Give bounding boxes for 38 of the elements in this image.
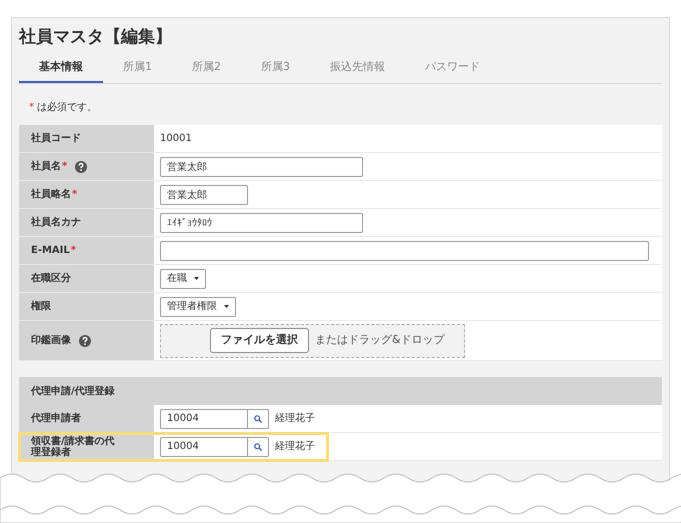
field-label: 権限 bbox=[31, 300, 51, 314]
field-label: 社員略名 bbox=[31, 188, 71, 202]
required-mark: * bbox=[72, 188, 78, 202]
required-mark: * bbox=[62, 160, 68, 174]
required-mark: * bbox=[29, 101, 34, 115]
person-name: 経理花子 bbox=[275, 440, 315, 454]
caret-icon bbox=[224, 305, 229, 308]
code-field[interactable]: 10004 bbox=[160, 436, 248, 456]
text-field[interactable]: ｴｲｷﾞｮｳﾀﾛｳ bbox=[160, 212, 363, 232]
field-label: 印鑑画像 bbox=[31, 334, 71, 348]
person-name: 経理花子 bbox=[275, 412, 315, 426]
section-heading: 代理申請/代理登録 bbox=[19, 377, 662, 405]
drop-zone[interactable]: ファイルを選択 またはドラッグ&ドロップ bbox=[160, 324, 465, 358]
drop-hint: またはドラッグ&ドロップ bbox=[315, 332, 445, 348]
caret-icon bbox=[194, 277, 199, 280]
tab[interactable]: 基本情報 bbox=[19, 53, 103, 83]
choose-file-button[interactable]: ファイルを選択 bbox=[210, 328, 309, 353]
search-icon bbox=[254, 442, 262, 450]
page-title: 社員マスタ【編集】 bbox=[19, 26, 173, 49]
required-mark: * bbox=[70, 244, 76, 258]
field-label: 領収書/請求書の代理登録者 bbox=[31, 436, 115, 458]
field-label: 代理申請者 bbox=[31, 413, 81, 424]
field-label: E-MAIL bbox=[31, 244, 70, 258]
field-label: 社員名 bbox=[31, 160, 61, 174]
field-label: 社員コード bbox=[31, 132, 81, 146]
code-field[interactable]: 10004 bbox=[160, 408, 248, 428]
field-value: 10001 bbox=[160, 132, 192, 146]
search-button[interactable] bbox=[248, 408, 269, 428]
select-field[interactable]: 管理者権限 bbox=[160, 296, 236, 316]
select-field[interactable]: 在職 bbox=[160, 268, 206, 288]
field-label: 社員名カナ bbox=[31, 216, 81, 230]
required-note: は必須です。 bbox=[37, 100, 97, 115]
text-field[interactable]: 営業太郎 bbox=[160, 156, 363, 176]
text-field[interactable]: 営業太郎 bbox=[160, 184, 248, 204]
text-field[interactable] bbox=[160, 240, 649, 260]
search-button[interactable] bbox=[248, 436, 269, 456]
field-label: 在職区分 bbox=[31, 272, 71, 286]
search-icon bbox=[254, 414, 262, 422]
